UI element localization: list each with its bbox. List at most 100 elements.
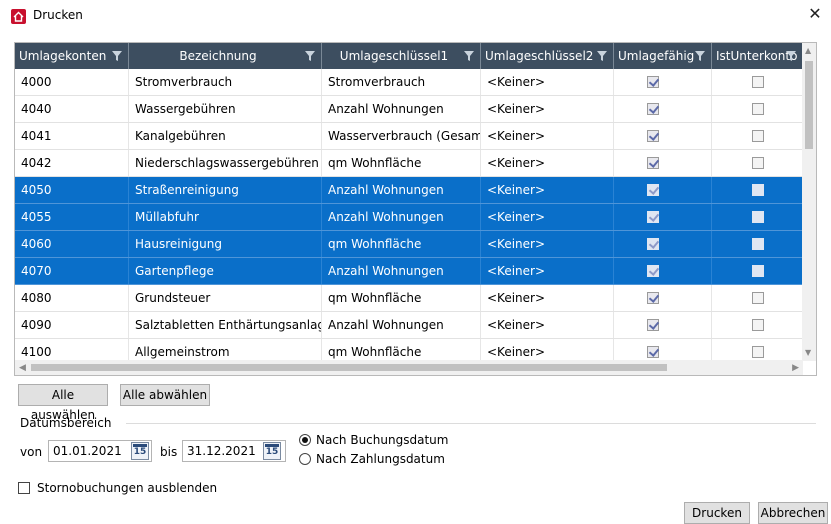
- umlagefaehig-checkbox[interactable]: [647, 346, 659, 358]
- cell-unterkonto: [712, 150, 803, 176]
- cell-umlageschluessel2: <Keiner>: [481, 96, 614, 122]
- unterkonto-checkbox[interactable]: [752, 103, 764, 115]
- vertical-scrollbar[interactable]: ▲ ▼: [802, 43, 816, 361]
- filter-icon[interactable]: [597, 51, 607, 61]
- table-row[interactable]: 4040 Wassergebühren Anzahl Wohnungen <Keine…: [15, 96, 803, 123]
- filter-icon[interactable]: [112, 51, 122, 61]
- calendar-icon[interactable]: 15: [263, 442, 281, 460]
- umlagefaehig-checkbox[interactable]: [647, 157, 659, 169]
- filter-icon[interactable]: [305, 51, 315, 61]
- unterkonto-checkbox[interactable]: [752, 130, 764, 142]
- unterkonto-checkbox[interactable]: [752, 292, 764, 304]
- cell-umlageschluessel2: <Keiner>: [481, 339, 614, 361]
- deselect-all-button[interactable]: Alle abwählen: [120, 384, 210, 406]
- cell-umlageschluessel1: qm Wohnfläche: [322, 150, 481, 176]
- table-row[interactable]: 4060 Hausreinigung qm Wohnfläche <Keiner>: [15, 231, 803, 258]
- column-header-bezeichnung[interactable]: Bezeichnung: [129, 43, 322, 69]
- radio-buchungsdatum-label[interactable]: Nach Buchungsdatum: [316, 433, 448, 447]
- umlagefaehig-checkbox[interactable]: [647, 76, 659, 88]
- column-header-umlageschluessel1[interactable]: Umlageschlüssel1: [322, 43, 481, 69]
- to-label: bis: [160, 445, 178, 459]
- storno-label[interactable]: Stornobuchungen ausblenden: [37, 481, 217, 495]
- table-row[interactable]: 4042 Niederschlagswassergebühren qm Wohnfl…: [15, 150, 803, 177]
- scroll-thumb[interactable]: [31, 364, 667, 371]
- radio-zahlungsdatum[interactable]: [299, 453, 311, 465]
- cell-unterkonto: [712, 123, 803, 149]
- accounts-grid[interactable]: Umlagekonten Bezeichnung Umlageschlüssel…: [14, 42, 817, 376]
- table-row[interactable]: 4100 Allgemeinstrom qm Wohnfläche <Keiner>: [15, 339, 803, 361]
- cell-bezeichnung: Müllabfuhr: [129, 204, 322, 230]
- radio-buchungsdatum[interactable]: [299, 434, 311, 446]
- scroll-down-icon[interactable]: ▼: [805, 348, 811, 357]
- cell-umlagefaehig: [614, 96, 712, 122]
- umlagefaehig-checkbox[interactable]: [647, 319, 659, 331]
- cancel-button[interactable]: Abbrechen: [758, 502, 828, 524]
- column-header-label: Umlageschlüssel2: [485, 49, 594, 63]
- umlagefaehig-checkbox[interactable]: [647, 292, 659, 304]
- umlagefaehig-checkbox[interactable]: [647, 211, 659, 223]
- umlagefaehig-checkbox[interactable]: [647, 184, 659, 196]
- cell-bezeichnung: Gartenpflege: [129, 258, 322, 284]
- cell-konto: 4042: [15, 150, 129, 176]
- column-header-istunterkonto[interactable]: IstUnterkonto: [712, 43, 803, 69]
- unterkonto-checkbox[interactable]: [752, 76, 764, 88]
- cell-unterkonto: [712, 312, 803, 338]
- table-row[interactable]: 4080 Grundsteuer qm Wohnfläche <Keiner>: [15, 285, 803, 312]
- unterkonto-checkbox[interactable]: [752, 319, 764, 331]
- from-label: von: [20, 445, 43, 459]
- cell-bezeichnung: Kanalgebühren: [129, 123, 322, 149]
- cell-bezeichnung: Hausreinigung: [129, 231, 322, 257]
- close-icon[interactable]: ✕: [805, 4, 825, 24]
- unterkonto-checkbox[interactable]: [752, 346, 764, 358]
- scroll-left-icon[interactable]: ◀: [19, 363, 26, 373]
- column-header-umlagefaehig[interactable]: Umlagefähig: [614, 43, 712, 69]
- unterkonto-checkbox[interactable]: [752, 184, 764, 196]
- scroll-right-icon[interactable]: ▶: [792, 363, 799, 373]
- cell-konto: 4100: [15, 339, 129, 361]
- cell-konto: 4060: [15, 231, 129, 257]
- window-title: Drucken: [33, 8, 83, 22]
- umlagefaehig-checkbox[interactable]: [647, 130, 659, 142]
- calendar-icon[interactable]: 15: [131, 442, 149, 460]
- cell-unterkonto: [712, 339, 803, 361]
- umlagefaehig-checkbox[interactable]: [647, 265, 659, 277]
- cell-unterkonto: [712, 285, 803, 311]
- unterkonto-checkbox[interactable]: [752, 265, 764, 277]
- cell-umlageschluessel2: <Keiner>: [481, 258, 614, 284]
- table-row[interactable]: 4041 Kanalgebühren Wasserverbrauch (Gesamt…: [15, 123, 803, 150]
- filter-icon[interactable]: [695, 51, 705, 61]
- date-range-label: Datumsbereich: [20, 416, 112, 430]
- column-header-umlageschluessel2[interactable]: Umlageschlüssel2: [481, 43, 614, 69]
- unterkonto-checkbox[interactable]: [752, 238, 764, 250]
- cell-konto: 4080: [15, 285, 129, 311]
- storno-checkbox[interactable]: [18, 482, 30, 494]
- table-row[interactable]: 4070 Gartenpflege Anzahl Wohnungen <Keiner>: [15, 258, 803, 285]
- scroll-thumb[interactable]: [805, 61, 813, 149]
- umlagefaehig-checkbox[interactable]: [647, 238, 659, 250]
- unterkonto-checkbox[interactable]: [752, 211, 764, 223]
- cell-konto: 4050: [15, 177, 129, 203]
- unterkonto-checkbox[interactable]: [752, 157, 764, 169]
- cell-konto: 4040: [15, 96, 129, 122]
- select-all-button[interactable]: Alle auswählen: [18, 384, 108, 422]
- filter-icon[interactable]: [464, 51, 474, 61]
- radio-zahlungsdatum-label[interactable]: Nach Zahlungsdatum: [316, 452, 445, 466]
- cell-umlageschluessel1: Anzahl Wohnungen: [322, 204, 481, 230]
- horizontal-scrollbar[interactable]: ◀ ▶: [15, 360, 803, 375]
- cell-unterkonto: [712, 177, 803, 203]
- filter-icon[interactable]: [786, 51, 796, 61]
- umlagefaehig-checkbox[interactable]: [647, 103, 659, 115]
- cell-umlageschluessel1: Anzahl Wohnungen: [322, 96, 481, 122]
- cell-bezeichnung: Wassergebühren: [129, 96, 322, 122]
- cell-umlageschluessel2: <Keiner>: [481, 177, 614, 203]
- table-row[interactable]: 4090 Salztabletten Enthärtungsanlage Anzah…: [15, 312, 803, 339]
- cell-umlageschluessel1: Wasserverbrauch (Gesamt): [322, 123, 481, 149]
- cell-umlageschluessel2: <Keiner>: [481, 231, 614, 257]
- table-row[interactable]: 4055 Müllabfuhr Anzahl Wohnungen <Keiner>: [15, 204, 803, 231]
- cell-bezeichnung: Allgemeinstrom: [129, 339, 322, 361]
- table-row[interactable]: 4000 Stromverbrauch Stromverbrauch <Keiner>: [15, 69, 803, 96]
- print-button[interactable]: Drucken: [684, 502, 750, 524]
- column-header-umlagekonten[interactable]: Umlagekonten: [15, 43, 129, 69]
- table-row[interactable]: 4050 Straßenreinigung Anzahl Wohnungen <Kei…: [15, 177, 803, 204]
- scroll-up-icon[interactable]: ▲: [805, 47, 813, 55]
